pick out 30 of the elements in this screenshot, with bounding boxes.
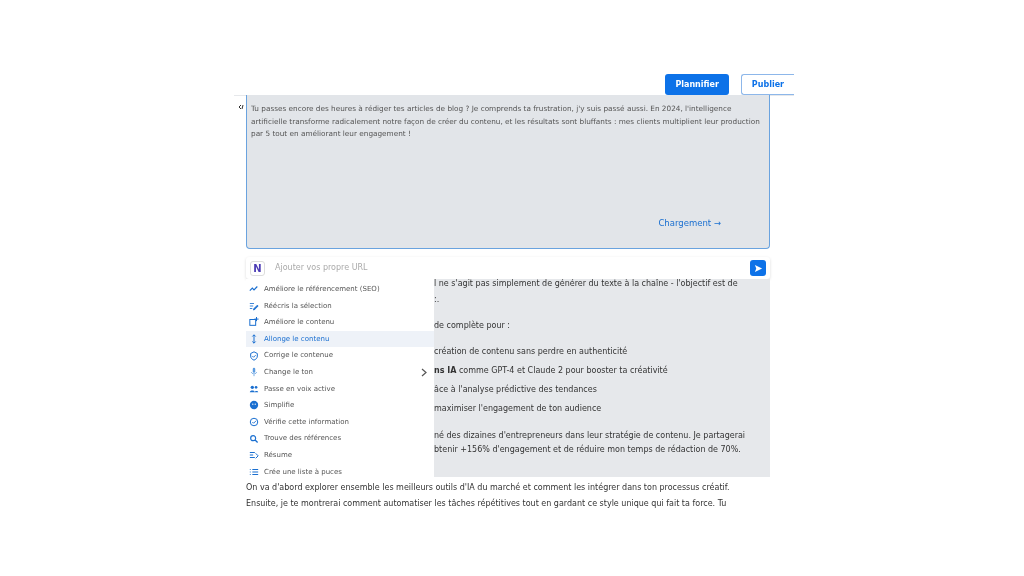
article-text: né des dizaines d'entrepreneurs dans leur stratégie de contenu. Je partagerai (434, 429, 746, 442)
article-text: On va d'abord explorer ensemble les meilleurs outils d'IA du marché et comment les intégrer dans ton processus créatif. (246, 481, 730, 495)
search-icon (249, 433, 259, 444)
lines-arrow-icon (249, 450, 259, 461)
vertical-arrows-icon (249, 334, 259, 345)
header-button[interactable]: Publier (740, 74, 794, 95)
add-box-icon (249, 317, 259, 328)
smiley-icon (249, 400, 259, 411)
article-text: maximiser l'engagement de ton audience (434, 403, 602, 415)
article-text: :. (434, 294, 440, 306)
article-text: ns IA comme GPT-4 et Claude 2 pour booster ta créativité (434, 364, 668, 377)
send-button[interactable] (750, 260, 766, 276)
list-icon (249, 466, 259, 477)
article-text: de complète pour : (434, 319, 511, 332)
microphone-icon (249, 367, 259, 378)
article-text: Ensuite, je te montrerai comment automatiser les tâches répétitives tout en gardant ce style unique qui fait ta force. Tu (246, 497, 727, 511)
logo-icon: N (250, 260, 265, 276)
people-icon (249, 383, 259, 394)
header-button[interactable]: Plannifier (665, 74, 729, 95)
article-text: création de contenu sans perdre en authenticité (434, 345, 628, 358)
article-text: l ne s'agit pas simplement de générer du texte à la chaîne - l'objectif est de (434, 279, 738, 290)
article-text: âce à l'analyse prédictive des tendances (434, 383, 597, 396)
article-text: btenir +156% d'engagement et de réduire mon temps de rédaction de 70%. (434, 443, 741, 456)
pen-icon (249, 300, 259, 311)
check-circle-icon (249, 417, 259, 428)
loading-status: Chargement → (658, 217, 721, 230)
shield-check-icon (249, 350, 259, 361)
send-icon (753, 263, 763, 273)
url-input-field[interactable]: Ajouter vos propre URL (273, 261, 742, 275)
code-icon[interactable] (238, 104, 244, 110)
